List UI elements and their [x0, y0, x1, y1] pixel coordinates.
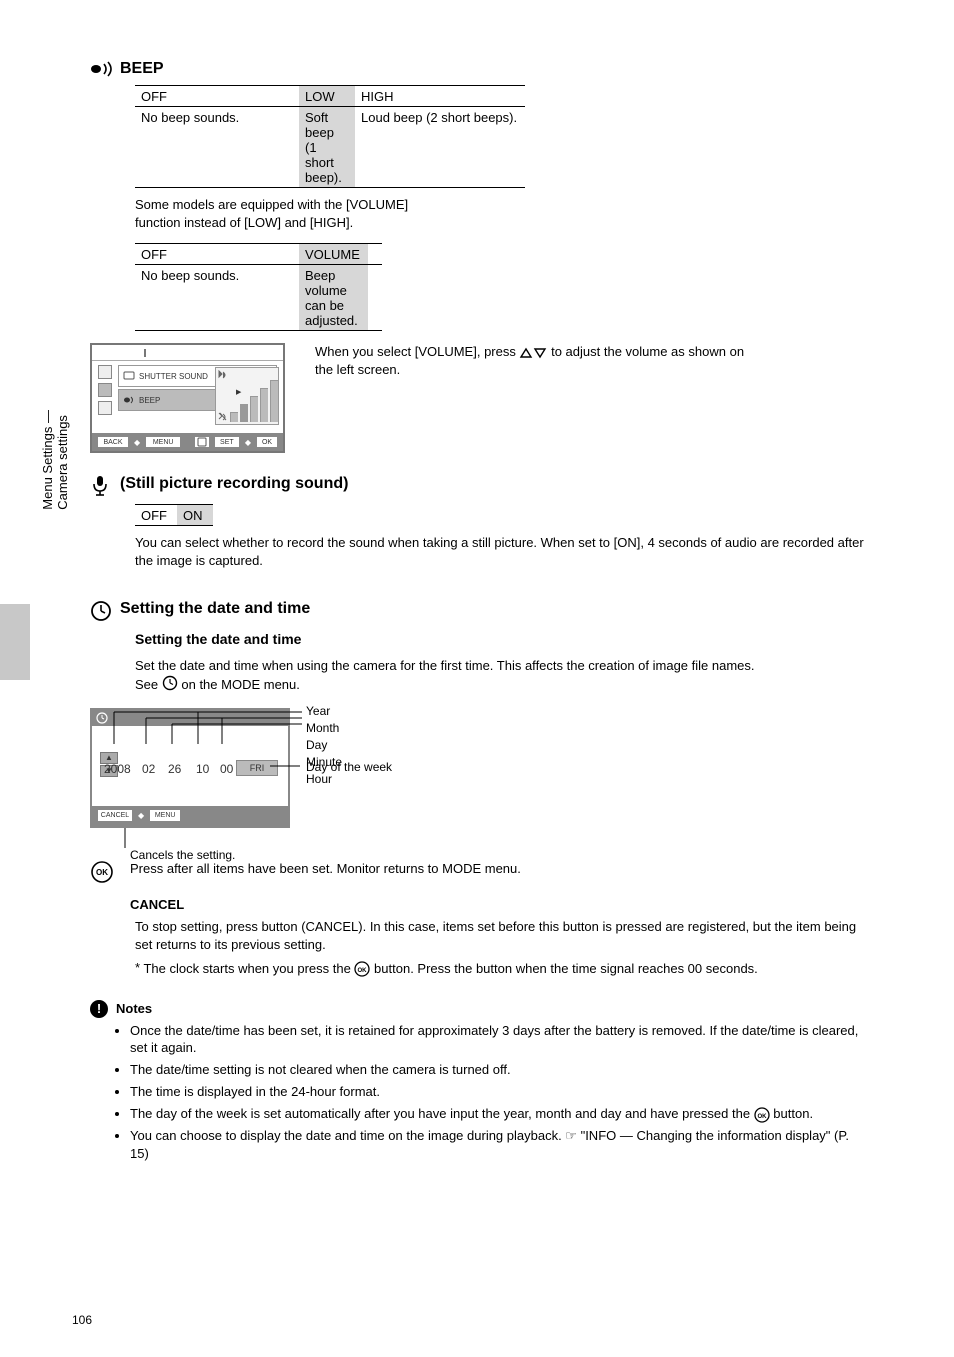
beep-high-label: HIGH	[355, 86, 525, 107]
microphone-icon	[90, 475, 120, 500]
dt-hour: 10	[196, 762, 209, 776]
note-4a: The day of the week is set automatically…	[130, 1106, 754, 1121]
beep-off-desc: No beep sounds.	[135, 107, 299, 188]
lcd-card-icon	[195, 437, 209, 447]
beep-vol-desc: Beep volume can be adjusted.	[299, 265, 368, 331]
leg-day: Day	[306, 738, 342, 753]
dt-year: 2008	[104, 762, 131, 776]
setdate-body1: Set the date and time when using the cam…	[135, 658, 755, 673]
notes-title: Notes	[116, 1001, 152, 1016]
updown-icon	[519, 344, 551, 359]
ok-text: Press after all items have been set. Mon…	[130, 861, 521, 876]
beep-volume-table: OFF VOLUME No beep sounds. Beep volume c…	[135, 243, 382, 331]
leg-month: Month	[306, 721, 342, 736]
page-number: 106	[72, 1313, 92, 1327]
note-1: Once the date/time has been set, it is r…	[130, 1022, 864, 1058]
note-2: The date/time setting is not cleared whe…	[130, 1061, 864, 1079]
mic-on: ON	[177, 505, 213, 526]
beep-low-label: LOW	[299, 86, 355, 107]
setdate-desc: Setting the date and time	[135, 631, 864, 647]
beep-off2-label: OFF	[135, 244, 299, 265]
leg-weekday: Day of the week	[306, 760, 392, 774]
lcd-menu-beep: BEEP	[139, 396, 160, 405]
beep-volume-instruction: When you select [VOLUME], press to adjus…	[315, 343, 760, 379]
beep-volume-screenshot: SHUTTER SOUND BEEP	[90, 343, 285, 453]
dt-month: 02	[142, 762, 155, 776]
beep-vol-label: VOLUME	[299, 244, 368, 265]
setdate-title: Setting the date and time	[120, 600, 310, 618]
dt-cancel-btn: CANCEL	[98, 810, 132, 821]
beep-low-desc: Soft beep (1 short beep).	[299, 107, 355, 188]
ok-note-star: * The clock starts when you press the OK…	[135, 961, 758, 976]
note-3: The time is displayed in the 24-hour for…	[130, 1083, 864, 1101]
datetime-screenshot: ▲ ▼ 2008 02 26 10 00 FRI CANCEL ◆ MENU	[90, 708, 290, 828]
notes-list: Once the date/time has been set, it is r…	[116, 1022, 864, 1164]
leg-year: Year	[306, 704, 342, 719]
ok-button-icon: OK	[90, 860, 120, 887]
beep-off2-desc: No beep sounds.	[135, 265, 299, 331]
beep-icon	[90, 60, 120, 81]
mic-title: (Still picture recording sound)	[120, 475, 348, 493]
leg-hour: Hour	[306, 772, 342, 787]
svg-text:OK: OK	[358, 968, 368, 974]
exclamation-icon: !	[90, 1000, 108, 1018]
beep-between-note: Some models are equipped with the [VOLUM…	[135, 196, 420, 231]
cancel-label: CANCEL	[130, 897, 184, 912]
beep-off-label: OFF	[135, 86, 299, 107]
beep-title: BEEP	[120, 60, 164, 78]
cancel-text: To stop setting, press button (CANCEL). …	[135, 919, 856, 952]
mic-options-table: OFF ON	[135, 504, 213, 526]
dt-minute: 00	[220, 762, 233, 776]
lcd-menu-shutter: SHUTTER SOUND	[139, 372, 208, 381]
lcd-ok: OK	[257, 437, 277, 447]
note-4: The day of the week is set automatically…	[130, 1105, 864, 1123]
setdate-body2: See	[135, 677, 162, 692]
note-5: You can choose to display the date and t…	[130, 1127, 864, 1163]
vol-t1: When you select [VOLUME], press	[315, 344, 519, 359]
beep-options-table: OFF LOW HIGH No beep sounds. Soft beep (…	[135, 85, 525, 188]
clock-icon	[90, 600, 120, 625]
note-4b: button.	[773, 1106, 813, 1121]
beep-high-desc: Loud beep (2 short beeps).	[355, 107, 525, 188]
mic-off: OFF	[135, 505, 177, 526]
lcd-set: SET	[215, 437, 239, 447]
lcd-back: BACK	[98, 437, 128, 447]
svg-text:OK: OK	[96, 868, 108, 877]
leg-cancel: Cancels the setting.	[130, 848, 235, 862]
mic-description: You can select whether to record the sou…	[135, 534, 864, 570]
setdate-body3: on the MODE menu.	[181, 677, 300, 692]
svg-text:OK: OK	[757, 1114, 767, 1120]
lcd-menu: MENU	[146, 437, 180, 447]
dt-day: 26	[168, 762, 181, 776]
clock-inline-icon	[162, 677, 182, 692]
dt-menu-btn: MENU	[150, 810, 180, 821]
dt-weekday: FRI	[236, 760, 278, 776]
